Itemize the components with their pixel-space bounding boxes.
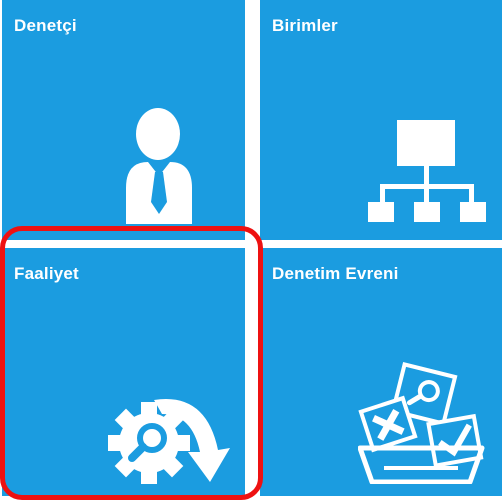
tile-birimler[interactable]: Birimler: [260, 0, 502, 240]
tile-denetim-evreni-label: Denetim Evreni: [272, 264, 399, 283]
gear-search-icon: [108, 399, 230, 484]
tile-denetci-label: Denetçi: [14, 16, 77, 35]
tile-birimler-label: Birimler: [272, 16, 338, 35]
tile-faaliyet-label: Faaliyet: [14, 264, 79, 283]
basket-checklist-icon: [358, 361, 485, 484]
auditor-person-icon: [126, 108, 192, 224]
org-chart-icon: [368, 120, 486, 222]
tile-denetim-evreni[interactable]: Denetim Evreni: [260, 248, 502, 496]
tile-denetci[interactable]: Denetçi: [2, 0, 245, 240]
tile-faaliyet[interactable]: Faaliyet: [2, 248, 245, 496]
